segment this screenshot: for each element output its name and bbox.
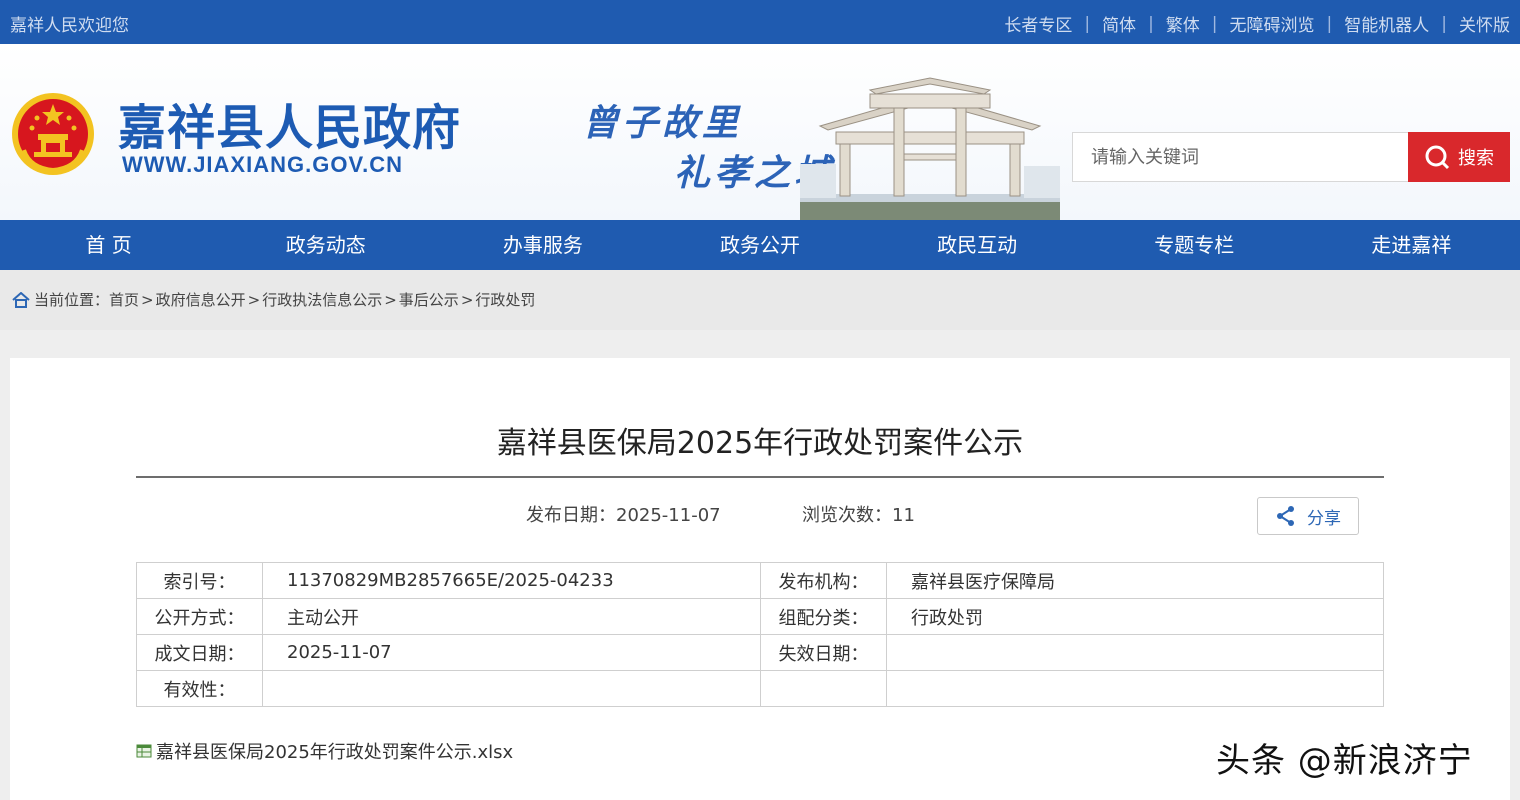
article-title: 嘉祥县医保局2025年行政处罚案件公示 bbox=[496, 426, 1024, 461]
table-cell-key: 发布机构： bbox=[760, 562, 887, 599]
table-cell-value: 主动公开 bbox=[262, 598, 761, 635]
table-cell-value: 行政处罚 bbox=[886, 598, 1384, 635]
table-cell-key: 组配分类： bbox=[760, 598, 887, 635]
breadcrumb-separator: > bbox=[384, 290, 397, 309]
view-count: 浏览次数：11 bbox=[802, 505, 915, 526]
breadcrumb-post-notice[interactable]: 事后公示 bbox=[399, 289, 459, 310]
table-cell-key bbox=[760, 670, 887, 707]
table-cell-key: 索引号： bbox=[136, 562, 263, 599]
nav-item-disclosure[interactable]: 政务公开 bbox=[651, 220, 868, 270]
document-info-table: 索引号： 11370829MB2857665E/2025-04233 发布机构：… bbox=[136, 562, 1384, 707]
share-button[interactable]: 分享 bbox=[1257, 497, 1359, 535]
breadcrumb-separator: > bbox=[460, 290, 474, 309]
attachment-link[interactable]: 嘉祥县医保局2025年行政处罚案件公示.xlsx bbox=[136, 738, 513, 764]
search-button-label: 搜索 bbox=[1458, 148, 1494, 169]
breadcrumb-enforcement[interactable]: 行政执法信息公示 bbox=[262, 289, 382, 310]
table-row: 有效性： bbox=[136, 670, 1384, 707]
table-cell-value: 嘉祥县医疗保障局 bbox=[886, 562, 1384, 599]
national-emblem-logo[interactable] bbox=[10, 90, 96, 178]
divider: | bbox=[1441, 13, 1447, 34]
breadcrumb-separator: > bbox=[141, 290, 154, 309]
top-link-traditional[interactable]: 繁体 bbox=[1166, 11, 1200, 36]
top-link-elderly[interactable]: 长者专区 bbox=[1004, 11, 1072, 36]
table-row: 成文日期： 2025-11-07 失效日期： bbox=[136, 634, 1384, 671]
divider: | bbox=[1211, 13, 1218, 34]
breadcrumb-home[interactable]: 首页 bbox=[109, 289, 139, 310]
table-cell-value bbox=[886, 670, 1384, 707]
breadcrumb-bar: 当前位置： 首页 > 政府信息公开 > 行政执法信息公示 > 事后公示 > 行政… bbox=[0, 270, 1520, 330]
search-button[interactable]: 搜索 bbox=[1408, 132, 1510, 182]
search-bar: 搜索 bbox=[1072, 132, 1510, 182]
nav-item-about[interactable]: 走进嘉祥 bbox=[1303, 220, 1520, 270]
table-cell-key: 失效日期： bbox=[760, 634, 887, 671]
watermark: 头条 @新浪济宁 bbox=[1216, 741, 1473, 781]
nav-item-services[interactable]: 办事服务 bbox=[434, 220, 651, 270]
nav-item-interaction[interactable]: 政民互动 bbox=[869, 220, 1086, 270]
search-icon bbox=[1425, 145, 1450, 170]
divider: | bbox=[1084, 13, 1091, 34]
title-divider bbox=[136, 476, 1384, 478]
table-cell-value bbox=[886, 634, 1384, 671]
top-link-accessibility[interactable]: 无障碍浏览 bbox=[1230, 11, 1315, 36]
top-link-robot[interactable]: 智能机器人 bbox=[1344, 11, 1429, 36]
share-label: 分享 bbox=[1307, 508, 1341, 529]
site-header: 嘉祥县人民政府 WWW.JIAXIANG.GOV.CN 曾子故里 礼孝之城 搜索 bbox=[0, 44, 1520, 220]
table-cell-value bbox=[262, 670, 761, 707]
table-cell-key: 公开方式： bbox=[136, 598, 263, 635]
attachment-filename: 嘉祥县医保局2025年行政处罚案件公示.xlsx bbox=[156, 742, 514, 763]
share-icon bbox=[1277, 506, 1294, 526]
table-row: 索引号： 11370829MB2857665E/2025-04233 发布机构：… bbox=[136, 562, 1384, 599]
table-cell-key: 成文日期： bbox=[136, 634, 263, 671]
breadcrumb-penalty[interactable]: 行政处罚 bbox=[475, 289, 535, 310]
top-link-care-mode[interactable]: 关怀版 bbox=[1459, 11, 1510, 36]
table-cell-value: 11370829MB2857665E/2025-04233 bbox=[262, 562, 761, 599]
nav-item-home[interactable]: 首 页 bbox=[0, 220, 217, 270]
nav-item-news[interactable]: 政务动态 bbox=[217, 220, 434, 270]
main-nav: 首 页 政务动态 办事服务 政务公开 政民互动 专题专栏 走进嘉祥 bbox=[0, 220, 1520, 270]
slogan-line-1: 曾子故里 bbox=[582, 102, 743, 144]
top-bar: 嘉祥人民欢迎您 长者专区 | 简体 | 繁体 | 无障碍浏览 | 智能机器人 |… bbox=[0, 0, 1520, 44]
breadcrumb-separator: > bbox=[247, 290, 261, 309]
divider: | bbox=[1326, 13, 1333, 34]
search-input[interactable] bbox=[1072, 132, 1408, 182]
table-row: 公开方式： 主动公开 组配分类： 行政处罚 bbox=[136, 598, 1384, 635]
home-icon bbox=[12, 291, 30, 308]
publish-date: 发布日期：2025-11-07 bbox=[526, 505, 721, 526]
site-name: 嘉祥县人民政府 bbox=[118, 100, 462, 156]
breadcrumb-prefix: 当前位置： bbox=[34, 291, 110, 309]
table-cell-value: 2025-11-07 bbox=[262, 634, 761, 671]
top-link-simplified[interactable]: 简体 bbox=[1102, 11, 1136, 36]
memorial-archway-image bbox=[800, 77, 1060, 220]
breadcrumb: 当前位置： 首页 > 政府信息公开 > 行政执法信息公示 > 事后公示 > 行政… bbox=[12, 289, 535, 310]
table-cell-key: 有效性： bbox=[136, 670, 263, 707]
welcome-text: 嘉祥人民欢迎您 bbox=[10, 16, 129, 36]
excel-file-icon bbox=[136, 744, 152, 758]
top-links: 长者专区 | 简体 | 繁体 | 无障碍浏览 | 智能机器人 | 关怀版 bbox=[1004, 11, 1510, 37]
breadcrumb-gov-info[interactable]: 政府信息公开 bbox=[156, 289, 246, 310]
nav-item-topics[interactable]: 专题专栏 bbox=[1086, 220, 1303, 270]
divider: | bbox=[1148, 13, 1154, 34]
site-url: WWW.JIAXIANG.GOV.CN bbox=[122, 152, 403, 177]
